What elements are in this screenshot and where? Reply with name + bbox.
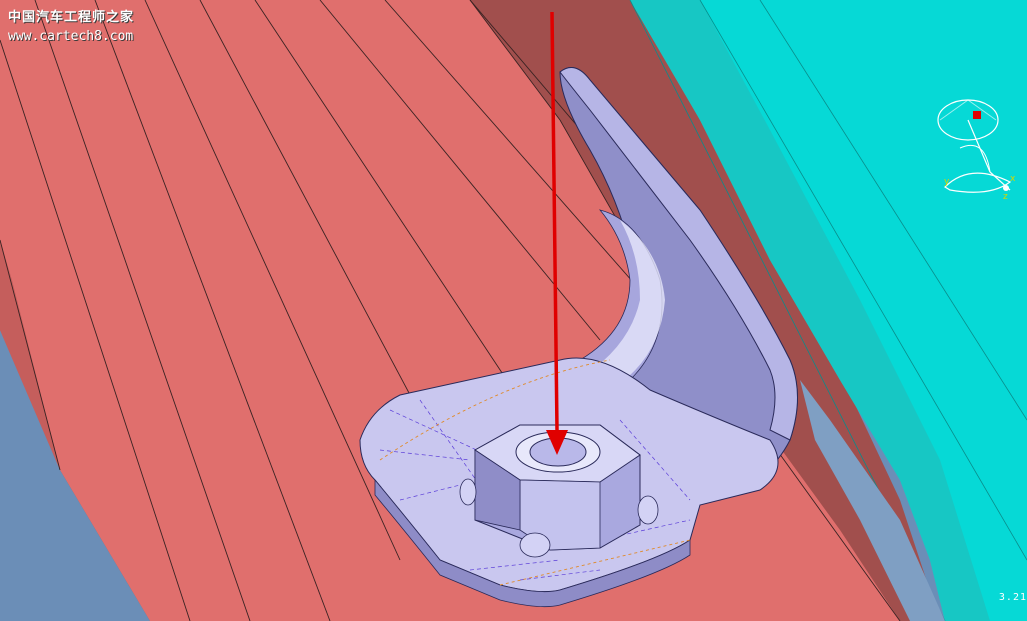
3d-model-scene[interactable]: [0, 0, 1027, 621]
axis-triad[interactable]: y x z: [930, 82, 1026, 212]
axis-y-label: y: [944, 177, 950, 187]
scale-readout: 3.21: [998, 592, 1027, 603]
axis-triad-icon: [937, 99, 1012, 193]
weld-projection: [637, 495, 659, 525]
weld-projection: [459, 478, 477, 506]
cad-viewport[interactable]: 中国汽车工程师之家 www.cartech8.com y x z 3.21: [0, 0, 1027, 621]
axis-x-label: x: [1010, 174, 1016, 184]
axis-z-label: z: [1003, 192, 1008, 202]
weld-projection: [519, 532, 551, 558]
